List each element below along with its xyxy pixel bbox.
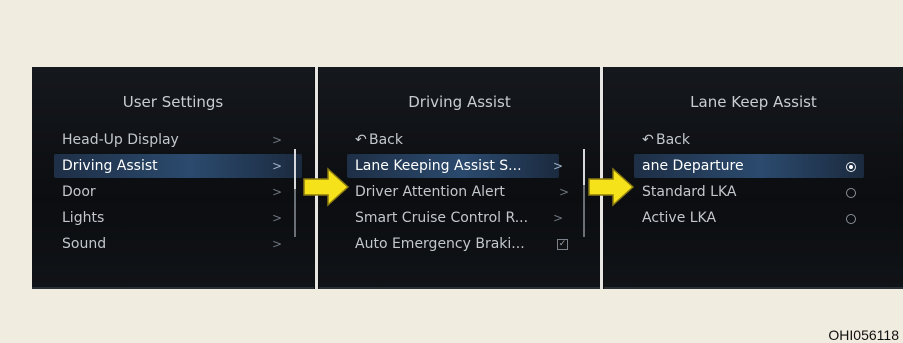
panel-title: Lane Keep Assist — [690, 93, 817, 111]
option-lane-departure[interactable]: ane Departure — [634, 154, 864, 178]
chevron-right-icon: > — [272, 237, 283, 251]
chevron-right-icon: > — [272, 133, 283, 147]
chevron-right-icon: > — [559, 185, 570, 199]
menu-item-smart-cruise-control[interactable]: Smart Cruise Control R... — [355, 206, 528, 230]
menu-item-auto-emergency-braking[interactable]: Auto Emergency Braki... — [355, 232, 525, 256]
radio-icon[interactable] — [846, 214, 856, 224]
yellow-arrow-icon — [588, 167, 635, 207]
checkbox-icon[interactable]: ✓ — [557, 239, 568, 250]
radio-icon[interactable] — [846, 188, 856, 198]
back-arrow-icon: ↶ — [642, 132, 654, 148]
chevron-right-icon: > — [272, 211, 283, 225]
back-button[interactable]: ↶ Back — [642, 128, 690, 152]
driving-assist-panel: Driving Assist ↶ Back Lane Keeping Assist… — [319, 67, 600, 289]
yellow-arrow-icon — [303, 167, 350, 207]
back-label: Back — [656, 132, 690, 148]
menu-item-driving-assist[interactable]: Driving Assist — [54, 154, 302, 178]
user-settings-panel: User Settings Head-Up Display > Driving … — [32, 67, 314, 289]
screen-strip: User Settings Head-Up Display > Driving … — [32, 67, 903, 289]
back-label: Back — [369, 132, 403, 148]
option-active-lka[interactable]: Active LKA — [642, 206, 716, 230]
panel-title: Driving Assist — [408, 93, 511, 111]
chevron-right-icon: > — [553, 211, 564, 225]
back-button[interactable]: ↶ Back — [355, 128, 403, 152]
chevron-right-icon: > — [272, 159, 283, 173]
menu-item-sound[interactable]: Sound — [62, 232, 106, 256]
figure-caption: OHI056118 — [828, 327, 899, 343]
menu-item-lights[interactable]: Lights — [62, 206, 104, 230]
panel-title: User Settings — [122, 93, 224, 111]
chevron-right-icon: > — [272, 185, 283, 199]
menu-item-driver-attention-alert[interactable]: Driver Attention Alert — [355, 180, 505, 204]
menu-item-head-up-display[interactable]: Head-Up Display — [62, 128, 179, 152]
scrollbar[interactable] — [294, 149, 296, 237]
scrollbar[interactable] — [583, 149, 585, 237]
menu-item-lane-keeping-assist[interactable]: Lane Keeping Assist S... — [347, 154, 559, 178]
scrollbar-thumb[interactable] — [294, 149, 296, 189]
menu-item-door[interactable]: Door — [62, 180, 96, 204]
back-arrow-icon: ↶ — [355, 132, 367, 148]
scrollbar-thumb[interactable] — [583, 149, 585, 185]
radio-icon[interactable] — [846, 162, 856, 172]
option-standard-lka[interactable]: Standard LKA — [642, 180, 736, 204]
chevron-right-icon: > — [553, 159, 564, 173]
lane-keep-assist-panel: Lane Keep Assist ↶ Back ane Departure Sta… — [604, 67, 903, 289]
